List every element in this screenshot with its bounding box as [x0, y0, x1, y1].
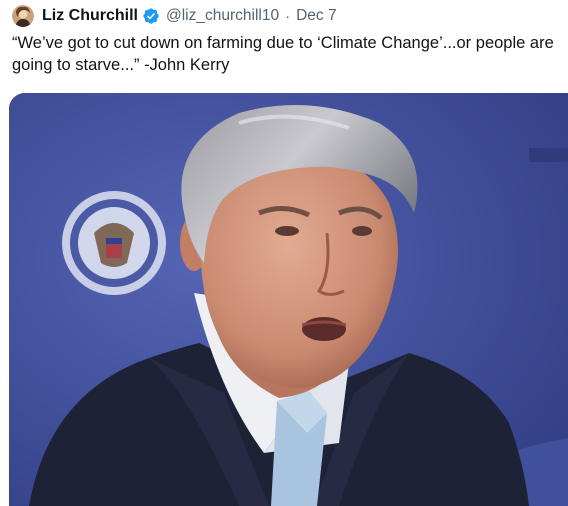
tweet-header: Liz Churchill @liz_churchill10 · Dec 7 — [12, 4, 337, 28]
seal-emblem — [62, 191, 166, 295]
tweet-card[interactable]: Liz Churchill @liz_churchill10 · Dec 7 “… — [0, 0, 568, 506]
tweet-text: “We’ve got to cut down on farming due to… — [12, 34, 554, 74]
tweet-date[interactable]: Dec 7 — [296, 7, 337, 25]
author-avatar[interactable] — [12, 5, 34, 27]
tweet-photo[interactable] — [9, 93, 568, 506]
author-display-name[interactable]: Liz Churchill — [42, 7, 138, 25]
photo-illustration — [9, 93, 568, 506]
header-separator: · — [285, 7, 291, 25]
verified-badge-icon — [142, 7, 160, 25]
author-handle[interactable]: @liz_churchill10 — [166, 7, 279, 25]
